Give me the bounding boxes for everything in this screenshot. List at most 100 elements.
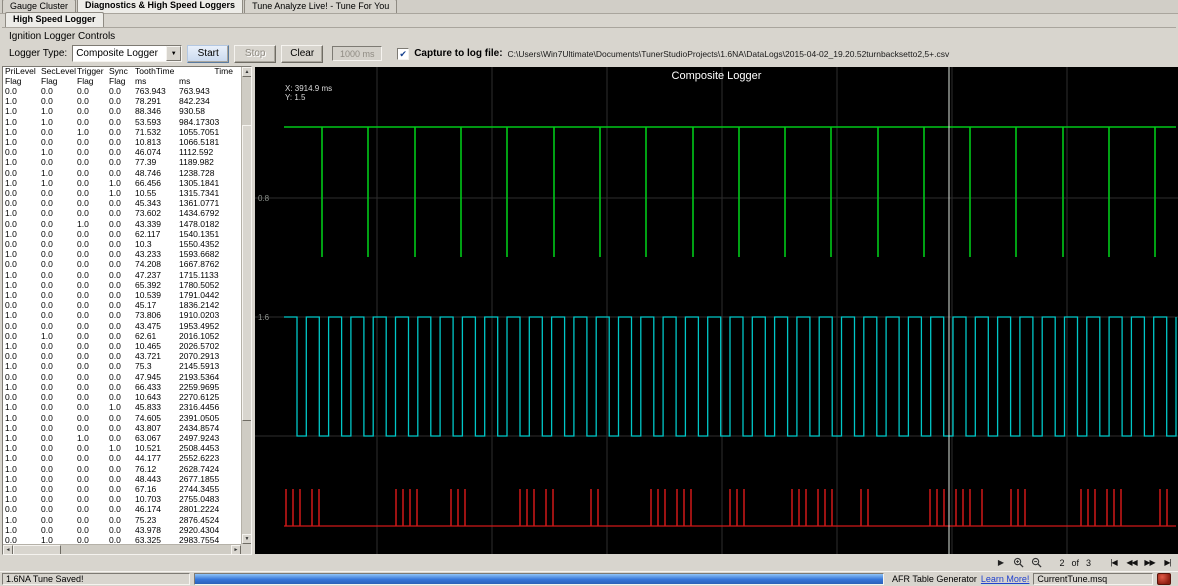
table-row[interactable]: 0.0 0.0 0.0 0.0 74.208 1667.8762 [5, 259, 235, 269]
chevron-down-icon[interactable]: ▼ [166, 46, 182, 61]
vertical-scroll-thumb[interactable] [242, 125, 251, 421]
last-page-icon[interactable]: ▶| [1162, 557, 1173, 569]
table-row[interactable]: 1.0 0.0 0.0 0.0 48.443 2677.1855 [5, 474, 235, 484]
table-horizontal-scrollbar[interactable]: ◄ ► [3, 544, 241, 554]
table-row[interactable]: 1.0 0.0 1.0 0.0 71.532 1055.7051 [5, 127, 235, 137]
table-row[interactable]: 1.0 0.0 0.0 0.0 62.117 1540.1351 [5, 229, 235, 239]
table-row[interactable]: 0.0 0.0 1.0 0.0 43.339 1478.0182 [5, 219, 235, 229]
y-tick-label: 0.8 [258, 194, 270, 203]
table-row[interactable]: 1.0 0.0 0.0 0.0 67.16 2744.3455 [5, 484, 235, 494]
tooth-log-table-panel: PriLevel SecLevel Trigger Sync ToothTime… [2, 66, 252, 555]
capture-file-path: C:\Users\Win7Ultimate\Documents\TunerStu… [507, 48, 950, 59]
table-header-row-2: Flag Flag Flag Flag ms ms [5, 77, 235, 87]
composite-logger-chart[interactable]: Composite Logger X: 3914.9 ms Y: 1.5 0.8… [255, 67, 1178, 554]
table-row[interactable]: 1.0 0.0 0.0 0.0 66.433 2259.9695 [5, 382, 235, 392]
table-row[interactable]: 1.0 1.0 0.0 1.0 66.456 1305.1841 [5, 178, 235, 188]
table-row[interactable]: 0.0 1.0 0.0 0.0 62.61 2016.1052 [5, 331, 235, 341]
table-row[interactable]: 0.0 0.0 0.0 0.0 763.943 763.943 [5, 86, 235, 96]
table-row[interactable]: 1.0 0.0 0.0 0.0 73.806 1910.0203 [5, 310, 235, 320]
table-row[interactable]: 1.0 0.0 0.0 0.0 76.12 2628.7424 [5, 464, 235, 474]
table-row[interactable]: 1.0 0.0 0.0 0.0 77.39 1189.982 [5, 157, 235, 167]
waveform-plot[interactable]: 0.8 1.6 [255, 67, 1178, 554]
table-row[interactable]: 0.0 0.0 0.0 0.0 45.343 1361.0771 [5, 198, 235, 208]
zoom-out-icon[interactable] [1031, 557, 1042, 569]
table-row[interactable]: 0.0 1.0 0.0 0.0 48.746 1238.728 [5, 168, 235, 178]
table-row[interactable]: 0.0 0.0 0.0 0.0 10.3 1550.4352 [5, 239, 235, 249]
table-row[interactable]: 1.0 0.0 0.0 0.0 75.3 2145.5913 [5, 361, 235, 371]
tooth-log-table: PriLevel SecLevel Trigger Sync ToothTime… [5, 67, 235, 545]
interval-input[interactable]: 1000 ms [332, 46, 383, 61]
table-row[interactable]: 1.0 0.0 0.0 0.0 10.813 1066.5181 [5, 137, 235, 147]
col-subheader-ms-1: ms [135, 76, 147, 86]
table-row[interactable]: 0.0 0.0 0.0 0.0 10.643 2270.6125 [5, 392, 235, 402]
page-indicator: 2 of 3 [1059, 558, 1091, 568]
col-subheader-flag-1: Flag [5, 76, 22, 86]
table-row[interactable]: 1.0 0.0 0.0 0.0 10.703 2755.0483 [5, 494, 235, 504]
cursor-y-readout: Y: 1.5 [285, 93, 306, 102]
table-row[interactable]: 1.0 0.0 0.0 0.0 43.233 1593.6682 [5, 249, 235, 259]
col-header-time: Time [214, 67, 233, 76]
col-subheader-flag-3: Flag [77, 76, 94, 86]
check-icon: ✔ [399, 48, 407, 59]
prev-page-icon[interactable]: ◀◀ [1126, 557, 1137, 569]
table-row[interactable]: 1.0 1.0 0.0 0.0 88.346 930.58 [5, 106, 235, 116]
table-row[interactable]: 1.0 0.0 0.0 0.0 78.291 842.234 [5, 96, 235, 106]
table-row[interactable]: 1.0 0.0 0.0 0.0 47.237 1715.1133 [5, 270, 235, 280]
col-subheader-flag-4: Flag [109, 76, 126, 86]
scroll-left-icon[interactable]: ◄ [3, 545, 13, 554]
chart-toolbar: ▶ 2 of 3 |◀ ◀◀ ▶▶ ▶| [255, 555, 1178, 570]
pan-icon[interactable]: ▶ [995, 557, 1006, 569]
col-subheader-ms-2: ms [179, 76, 191, 86]
next-page-icon[interactable]: ▶▶ [1144, 557, 1155, 569]
table-row[interactable]: 1.0 0.0 0.0 0.0 10.465 2026.5702 [5, 341, 235, 351]
table-row[interactable]: 1.0 0.0 0.0 0.0 43.807 2434.8574 [5, 423, 235, 433]
table-header-row-1: PriLevel SecLevel Trigger Sync ToothTime… [5, 67, 235, 77]
scroll-up-icon[interactable]: ▲ [242, 67, 251, 77]
table-row[interactable]: 0.0 0.0 0.0 0.0 43.475 1953.4952 [5, 321, 235, 331]
sub-tab-bar: High Speed Logger [2, 12, 1176, 28]
table-row[interactable]: 1.0 0.0 0.0 0.0 44.177 2552.6223 [5, 453, 235, 463]
clear-button[interactable]: Clear [281, 44, 324, 63]
first-page-icon[interactable]: |◀ [1108, 557, 1119, 569]
learn-more-link[interactable]: Learn More! [981, 574, 1030, 584]
horizontal-scroll-thumb[interactable] [13, 545, 61, 554]
cursor-annotation: X: 3914.9 ms Y: 1.5 [285, 84, 332, 102]
progress-bar [194, 573, 884, 585]
table-row[interactable]: 0.0 0.0 0.0 0.0 47.945 2193.5364 [5, 372, 235, 382]
table-row[interactable]: 1.0 0.0 0.0 1.0 45.833 2316.4456 [5, 402, 235, 412]
table-row[interactable]: 0.0 0.0 0.0 0.0 45.17 1836.2142 [5, 300, 235, 310]
table-row[interactable]: 1.0 0.0 0.0 0.0 43.978 2920.4304 [5, 525, 235, 535]
table-row[interactable]: 0.0 0.0 0.0 1.0 10.55 1315.7341 [5, 188, 235, 198]
table-row[interactable]: 1.0 0.0 0.0 0.0 73.602 1434.6792 [5, 208, 235, 218]
table-row[interactable]: 1.0 0.0 0.0 1.0 10.521 2508.4453 [5, 443, 235, 453]
table-row[interactable]: 1.0 0.0 0.0 0.0 74.605 2391.0505 [5, 413, 235, 423]
col-header-sync: Sync [109, 67, 128, 76]
table-row[interactable]: 1.0 0.0 1.0 0.0 63.067 2497.9243 [5, 433, 235, 443]
page-current: 2 [1059, 557, 1065, 568]
cursor-x-readout: X: 3914.9 ms [285, 84, 333, 93]
scroll-down-icon[interactable]: ▼ [242, 534, 251, 544]
table-row[interactable]: 0.0 0.0 0.0 0.0 43.721 2070.2913 [5, 351, 235, 361]
scroll-right-icon[interactable]: ► [231, 545, 241, 554]
start-button[interactable]: Start [187, 44, 230, 63]
ecu-connection-icon [1157, 573, 1172, 585]
table-row[interactable]: 1.0 0.0 0.0 0.0 10.539 1791.0442 [5, 290, 235, 300]
zoom-in-icon[interactable] [1013, 557, 1024, 569]
table-row[interactable]: 1.0 0.0 0.0 0.0 75.23 2876.4524 [5, 515, 235, 525]
status-message: 1.6NA Tune Saved! [2, 573, 190, 585]
logger-type-value: Composite Logger [76, 48, 158, 59]
table-row[interactable]: 0.0 0.0 0.0 0.0 46.174 2801.2224 [5, 504, 235, 514]
tab-high-speed-logger[interactable]: High Speed Logger [5, 12, 104, 27]
logger-type-select[interactable]: Composite Logger ▼ [72, 45, 183, 62]
table-row[interactable]: 0.0 1.0 0.0 0.0 46.074 1112.592 [5, 147, 235, 157]
col-header-toothtime: ToothTime [135, 67, 175, 76]
stop-button[interactable]: Stop [234, 44, 277, 63]
status-bar: 1.6NA Tune Saved! AFR Table Generator Le… [0, 571, 1178, 586]
current-tune-name: CurrentTune.msq [1033, 573, 1154, 585]
col-header-trigger: Trigger [77, 67, 104, 76]
table-row[interactable]: 1.0 1.0 0.0 0.0 53.593 984.17303 [5, 117, 235, 127]
capture-checkbox[interactable]: ✔ [397, 47, 410, 60]
table-row[interactable]: 1.0 0.0 0.0 0.0 65.392 1780.5052 [5, 280, 235, 290]
table-vertical-scrollbar[interactable]: ▲ ▼ [241, 67, 251, 544]
tab-tune-analyze-live[interactable]: Tune Analyze Live! - Tune For You [244, 0, 398, 13]
